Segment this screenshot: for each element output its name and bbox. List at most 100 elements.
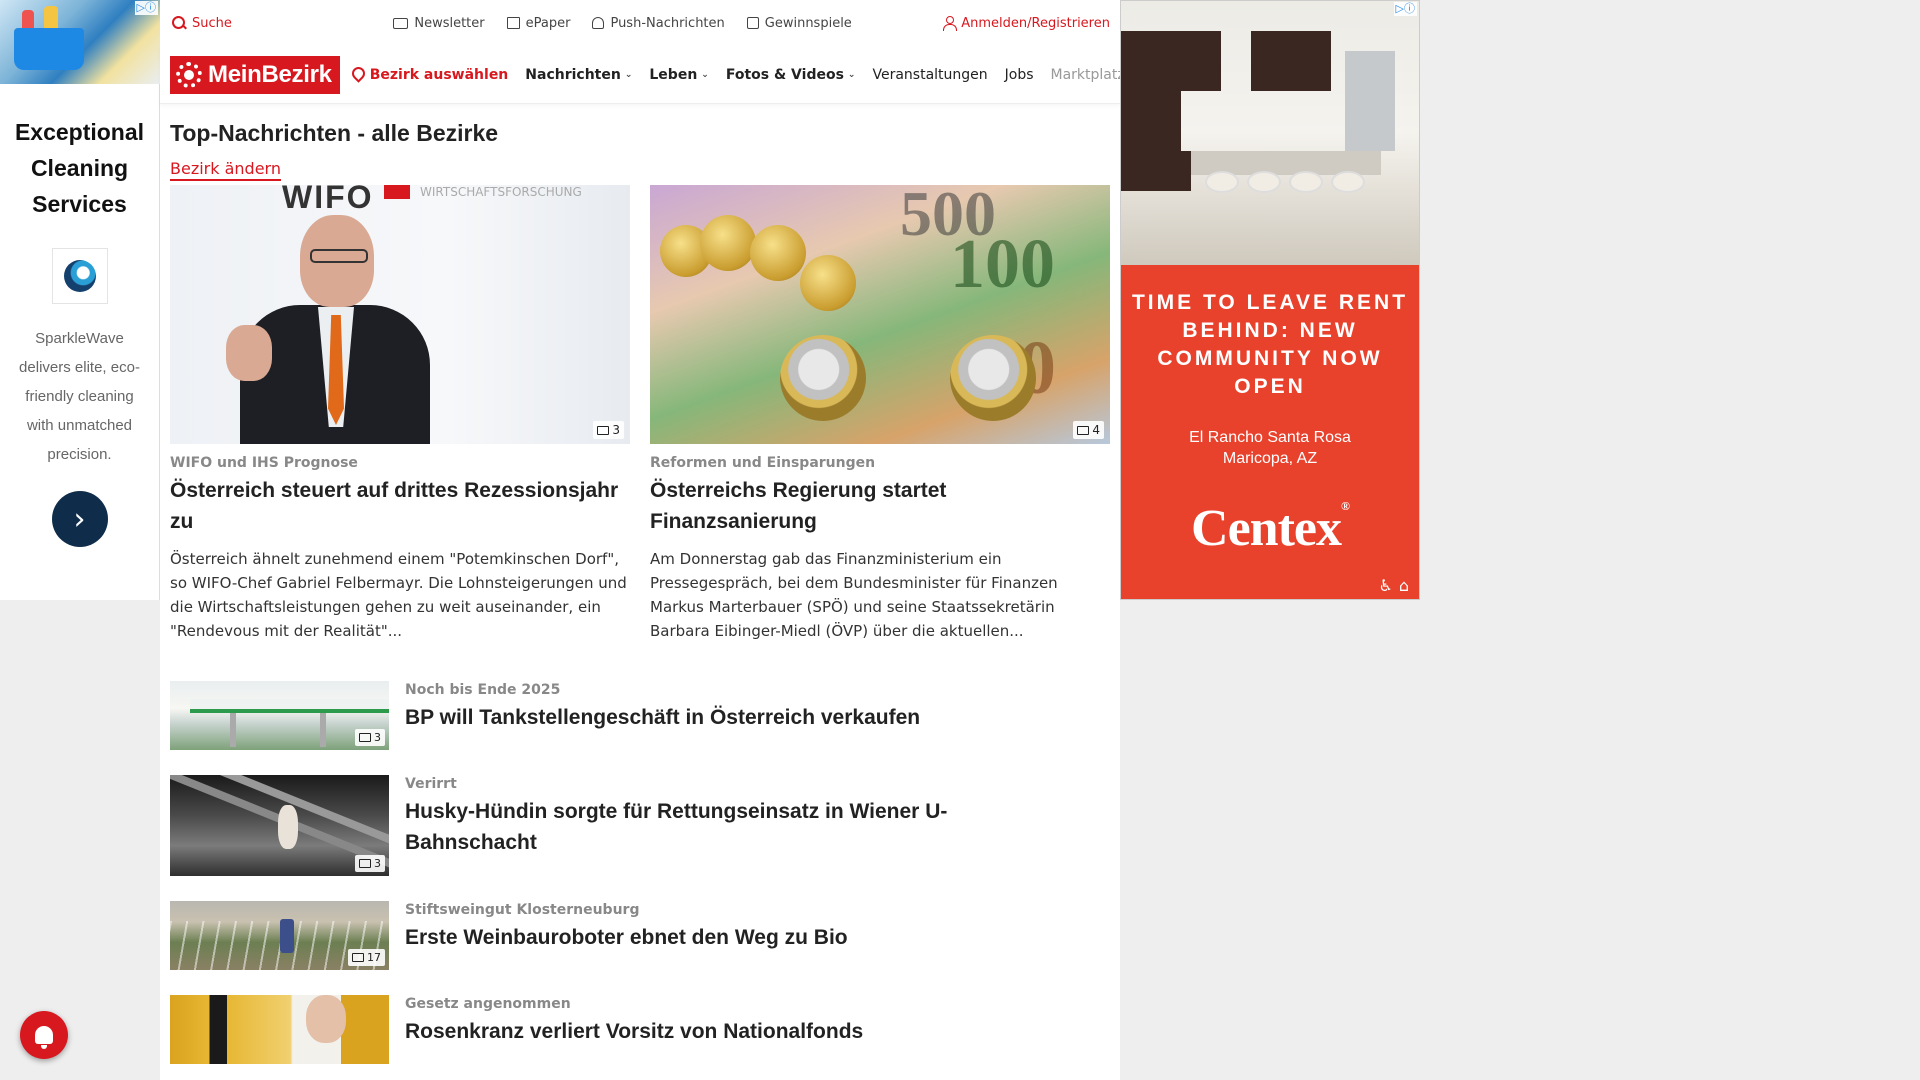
article-headline[interactable]: Rosenkranz verliert Vorsitz von National… — [405, 1016, 863, 1047]
nav-item-label: Leben — [649, 66, 698, 83]
mail-icon — [393, 17, 409, 29]
nav-item-nachrichten[interactable]: Nachrichten ⌄ — [525, 67, 632, 83]
coin — [950, 335, 1036, 421]
article-list: 3 Noch bis Ende 2025 BP will Tankstellen… — [160, 681, 1120, 1064]
meinbezirk-logo[interactable]: MeinBezirk — [170, 55, 340, 94]
article-headline[interactable]: Österreich steuert auf drittes Rezession… — [170, 475, 630, 537]
article-thumbnail[interactable] — [170, 995, 389, 1064]
article-kicker: Reformen und Einsparungen — [650, 455, 876, 471]
list-item[interactable]: 3 Verirrt Husky-Hündin sorgte für Rettun… — [170, 775, 1110, 876]
photo-count-badge: 3 — [593, 421, 624, 439]
wifo-logo-subtext: WIRTSCHAFTSFORSCHUNG — [420, 185, 582, 199]
featured-card[interactable]: 500 100 50 4 Reformen und Einsparungen Ö… — [650, 185, 1110, 643]
image-gallery-icon — [359, 733, 371, 742]
brand-name: MeinBezirk — [208, 60, 332, 88]
article-headline[interactable]: Erste Weinbauroboter ebnet den Weg zu Bi… — [405, 922, 848, 953]
ad-kitchen-photo[interactable]: ▷ⓘ — [1121, 1, 1419, 265]
article-headline[interactable]: BP will Tankstellengeschäft in Österreic… — [405, 702, 920, 733]
ad-next-button[interactable]: › — [51, 491, 108, 547]
banknote-100: 100 — [950, 226, 1055, 303]
ad-cleaning-photo[interactable]: ▷ⓘ — [0, 0, 160, 84]
registered-mark: ® — [1340, 499, 1350, 513]
coin — [780, 335, 866, 421]
article-headline[interactable]: Österreichs Regierung startet Finanzsani… — [650, 475, 1110, 537]
select-district-link[interactable]: Bezirk auswählen — [352, 67, 509, 83]
list-item[interactable]: 17 Stiftsweingut Klosterneuburg Erste We… — [170, 901, 1110, 970]
chevron-right-icon: › — [73, 501, 86, 537]
ad-location-line-1: El Rancho Santa Rosa — [1189, 429, 1351, 446]
newsletter-link[interactable]: Newsletter — [393, 15, 485, 31]
coin — [750, 225, 806, 281]
change-district-link[interactable]: Bezirk ändern — [170, 159, 281, 181]
image-gallery-icon — [352, 953, 364, 962]
article-thumbnail[interactable]: 3 — [170, 681, 389, 750]
bell-icon — [35, 1026, 53, 1049]
search-icon — [172, 16, 186, 30]
speaker-figure — [226, 215, 430, 444]
coin — [800, 255, 856, 311]
epaper-link[interactable]: ePaper — [506, 15, 571, 31]
article-headline[interactable]: Husky-Hündin sorgte für Rettungseinsatz … — [405, 796, 1025, 858]
nav-item-marktplatz[interactable]: Marktplatz — [1051, 67, 1120, 83]
list-item[interactable]: Gesetz angenommen Rosenkranz verliert Vo… — [170, 995, 1110, 1064]
ad-description[interactable]: SparkleWave delivers elite, eco-friendly… — [0, 324, 159, 469]
newsletter-label: Newsletter — [414, 15, 485, 31]
image-gallery-icon — [359, 859, 371, 868]
top-utility-bar: Suche Newsletter ePaper Push-Nachrichten… — [160, 0, 1120, 46]
image-gallery-icon — [1077, 425, 1090, 435]
article-thumbnail[interactable]: 3 — [170, 775, 389, 876]
search-link[interactable]: Suche — [172, 16, 232, 31]
login-label: Anmelden/Registrieren — [961, 15, 1110, 31]
article-thumbnail[interactable]: 17 — [170, 901, 389, 970]
push-label: Push-Nachrichten — [610, 15, 725, 31]
login-link[interactable]: Anmelden/Registrieren — [943, 16, 1110, 31]
photo-count-badge: 17 — [348, 949, 385, 966]
nav-item-label: Jobs — [1004, 66, 1034, 83]
article-image[interactable]: WIFO WIRTSCHAFTSFORSCHUNG 3 — [170, 185, 630, 444]
photo-count-value: 3 — [612, 423, 620, 437]
nav-item-label: Nachrichten — [525, 66, 621, 83]
photo-count-value: 3 — [374, 857, 381, 870]
user-icon — [943, 16, 958, 31]
sparklewave-logo[interactable] — [51, 248, 108, 304]
right-ad-banner[interactable]: ▷ⓘ TIME TO LEAVE RENT BEHIND: NEW COMMUN… — [1120, 0, 1420, 600]
centex-logo-text: Centex — [1191, 500, 1342, 557]
chevron-down-icon: ⌄ — [701, 69, 709, 80]
ad-tagline[interactable]: TIME TO LEAVE RENT BEHIND: NEW COMMUNITY… — [1121, 289, 1419, 401]
featured-articles: WIFO WIRTSCHAFTSFORSCHUNG 3 WIFO und IHS… — [160, 185, 1120, 643]
nav-item-label: Veranstaltungen — [872, 66, 988, 83]
article-image[interactable]: 500 100 50 4 — [650, 185, 1110, 444]
ad-compliance-icons: ♿ ⌂ — [1379, 576, 1410, 595]
list-item[interactable]: 3 Noch bis Ende 2025 BP will Tankstellen… — [170, 681, 1110, 750]
chevron-down-icon: ⌄ — [847, 69, 856, 80]
location-pin-icon — [352, 67, 364, 82]
article-teaser: Am Donnerstag gab das Finanzministerium … — [650, 550, 1058, 640]
wifo-logo-text: WIFO — [282, 185, 374, 215]
wave-logo-icon — [63, 260, 96, 292]
gift-icon — [746, 17, 759, 29]
photo-count-value: 3 — [374, 731, 381, 744]
featured-card[interactable]: WIFO WIRTSCHAFTSFORSCHUNG 3 WIFO und IHS… — [170, 185, 630, 643]
ad-heading[interactable]: Exceptional Cleaning Services — [0, 114, 159, 222]
photo-count-value: 17 — [367, 951, 381, 964]
nav-item-veranstaltungen[interactable]: Veranstaltungen — [872, 67, 987, 83]
article-kicker: Gesetz angenommen — [405, 996, 571, 1012]
nav-item-fotos-videos[interactable]: Fotos & Videos ⌄ — [726, 67, 856, 83]
push-notifications-link[interactable]: Push-Nachrichten — [592, 15, 725, 31]
adchoices-icon[interactable]: ▷ⓘ — [134, 1, 158, 15]
article-kicker: Noch bis Ende 2025 — [405, 682, 561, 698]
epaper-label: ePaper — [525, 15, 571, 31]
centex-logo[interactable]: Centex® — [1121, 499, 1419, 558]
nav-item-jobs[interactable]: Jobs — [1005, 67, 1034, 83]
nav-item-leben[interactable]: Leben ⌄ — [649, 67, 708, 83]
left-ad-banner[interactable]: ▷ⓘ Exceptional Cleaning Services Sparkle… — [0, 0, 160, 600]
notification-bell-button[interactable] — [20, 1011, 68, 1059]
photo-count-badge: 3 — [355, 855, 385, 872]
wifo-logo-mark — [384, 185, 410, 199]
coin — [700, 215, 756, 271]
adchoices-icon[interactable]: ▷ⓘ — [1393, 2, 1417, 16]
equal-housing-icon: ⌂ — [1398, 576, 1409, 595]
ad-location-line-2: Maricopa, AZ — [1222, 450, 1318, 467]
page-title: Top-Nachrichten - alle Bezirke — [170, 120, 499, 146]
games-link[interactable]: Gewinnspiele — [746, 16, 852, 31]
